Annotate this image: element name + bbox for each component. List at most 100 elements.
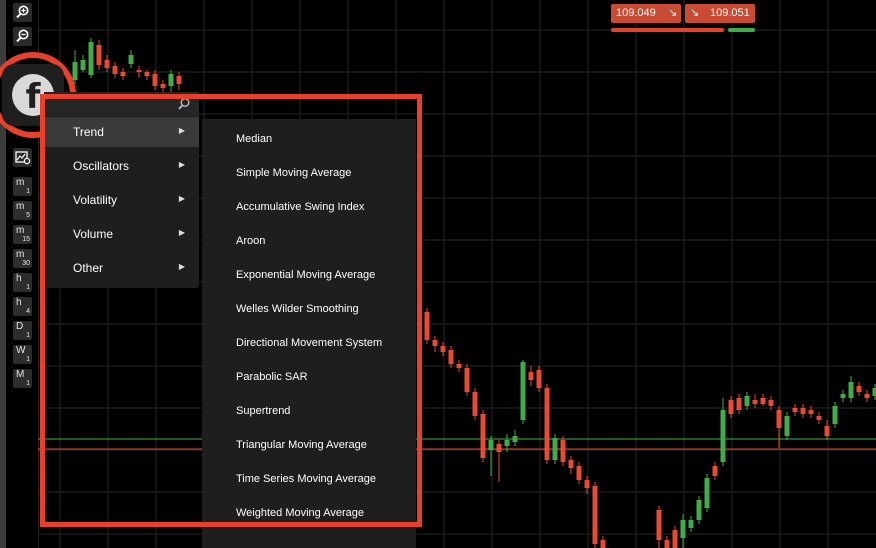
timeframe-button[interactable]: W1 bbox=[13, 345, 32, 364]
timeframe-number: 5 bbox=[26, 212, 30, 219]
zoom-in-button[interactable] bbox=[13, 3, 32, 22]
chart-settings-button[interactable] bbox=[13, 148, 32, 167]
candle-body bbox=[464, 368, 470, 392]
candle-body bbox=[752, 400, 758, 404]
candle-body bbox=[760, 398, 766, 404]
candle-body bbox=[88, 42, 94, 75]
candle-body bbox=[96, 45, 102, 65]
timeframe-number: 1 bbox=[26, 380, 30, 387]
timeframe-number: 1 bbox=[26, 284, 30, 291]
sell-price-button[interactable]: 109.049 ↘ bbox=[611, 4, 681, 23]
timeframe-button[interactable]: m5 bbox=[13, 201, 32, 220]
timeframe-button[interactable]: h4 bbox=[13, 297, 32, 316]
candle-body bbox=[512, 436, 518, 442]
candle-body bbox=[776, 410, 782, 428]
candle-body bbox=[424, 312, 430, 340]
candle-body bbox=[792, 408, 798, 412]
candle-body bbox=[696, 500, 702, 520]
buy-price-button[interactable]: ↘ 109.051 bbox=[685, 4, 755, 23]
candle-body bbox=[472, 392, 478, 416]
candle-body bbox=[800, 408, 806, 414]
zoom-in-icon bbox=[16, 5, 29, 19]
candle-body bbox=[448, 350, 454, 364]
sell-price: 109.049 bbox=[616, 7, 656, 19]
timeframe-unit: h bbox=[16, 273, 22, 284]
candle-body bbox=[664, 540, 670, 548]
candle-body bbox=[144, 72, 150, 76]
candle-body bbox=[536, 370, 542, 388]
zoom-out-button[interactable] bbox=[13, 27, 32, 46]
timeframe-unit: m bbox=[16, 201, 25, 212]
candle-body bbox=[176, 76, 182, 84]
candle-body bbox=[496, 444, 502, 452]
sell-arrow-icon: ↘ bbox=[668, 7, 678, 19]
candle-body bbox=[544, 388, 550, 460]
candle-body bbox=[840, 394, 846, 398]
candle-body bbox=[808, 410, 814, 414]
candle-body bbox=[104, 60, 110, 68]
timeframe-number: 1 bbox=[26, 188, 30, 195]
candle-body bbox=[552, 438, 558, 460]
candle-body bbox=[168, 74, 174, 86]
candle-body bbox=[584, 480, 590, 488]
candle-body bbox=[120, 72, 126, 76]
candle-body bbox=[744, 396, 750, 406]
candle-body bbox=[480, 414, 486, 458]
candle-body bbox=[528, 372, 534, 380]
candle-body bbox=[728, 400, 734, 414]
candle-body bbox=[152, 74, 158, 86]
timeframe-unit: m bbox=[16, 249, 25, 260]
timeframe-unit: m bbox=[16, 177, 25, 188]
candle-body bbox=[832, 406, 838, 424]
timeframe-button[interactable]: m 15 bbox=[13, 225, 32, 244]
timeframe-unit: M bbox=[16, 369, 25, 380]
timeframe-button[interactable]: m 30 bbox=[13, 249, 32, 268]
candle-body bbox=[560, 440, 566, 462]
timeframe-unit: D bbox=[16, 321, 24, 332]
candle-body bbox=[688, 520, 694, 528]
candle-body bbox=[856, 386, 862, 392]
buy-arrow-icon: ↘ bbox=[690, 7, 700, 19]
timeframe-button[interactable]: h1 bbox=[13, 273, 32, 292]
timeframe-number: 30 bbox=[22, 260, 30, 267]
candle-body bbox=[432, 340, 438, 346]
timeframe-number: 1 bbox=[26, 356, 30, 363]
candle-body bbox=[712, 466, 718, 476]
candle-body bbox=[160, 84, 166, 88]
trading-chart-app: m 1 m 5 m 15 m 30 h 1 h 4 D 1 W 1 M 1 f 109.049 ↘ ↘ 109.0… bbox=[0, 0, 876, 548]
candle-body bbox=[568, 460, 574, 468]
timeframe-number: 4 bbox=[26, 308, 30, 315]
candle-body bbox=[440, 346, 446, 352]
buy-price: 109.051 bbox=[710, 7, 750, 19]
zoom-out-icon bbox=[16, 29, 29, 43]
candle-body bbox=[112, 66, 118, 74]
sell-ratio-bar bbox=[611, 28, 724, 32]
timeframe-number: 1 bbox=[26, 332, 30, 339]
timeframe-unit: W bbox=[16, 345, 26, 356]
candle-body bbox=[824, 426, 830, 436]
candle-body bbox=[720, 410, 726, 462]
candle-body bbox=[672, 530, 678, 548]
candle-body bbox=[72, 62, 78, 80]
candle-body bbox=[488, 440, 494, 450]
timeframe-unit: h bbox=[16, 297, 22, 308]
candle-body bbox=[864, 394, 870, 398]
candle-body bbox=[768, 400, 774, 406]
candle-body bbox=[600, 540, 606, 548]
candle-body bbox=[816, 416, 822, 420]
timeframe-unit: m bbox=[16, 225, 25, 236]
timeframe-button[interactable]: M1 bbox=[13, 369, 32, 388]
candle-body bbox=[504, 440, 510, 446]
candle-body bbox=[576, 466, 582, 480]
candle-body bbox=[456, 364, 462, 368]
candle-body bbox=[128, 55, 134, 64]
timeframe-button[interactable]: D1 bbox=[13, 321, 32, 340]
candle-body bbox=[136, 70, 142, 72]
candle-body bbox=[784, 416, 790, 436]
candle-body bbox=[872, 388, 876, 396]
candle-body bbox=[592, 486, 598, 544]
highlight-box bbox=[40, 94, 422, 527]
timeframe-button[interactable]: m1 bbox=[13, 177, 32, 196]
buy-ratio-bar bbox=[728, 28, 755, 32]
chart-settings-icon bbox=[15, 151, 31, 165]
